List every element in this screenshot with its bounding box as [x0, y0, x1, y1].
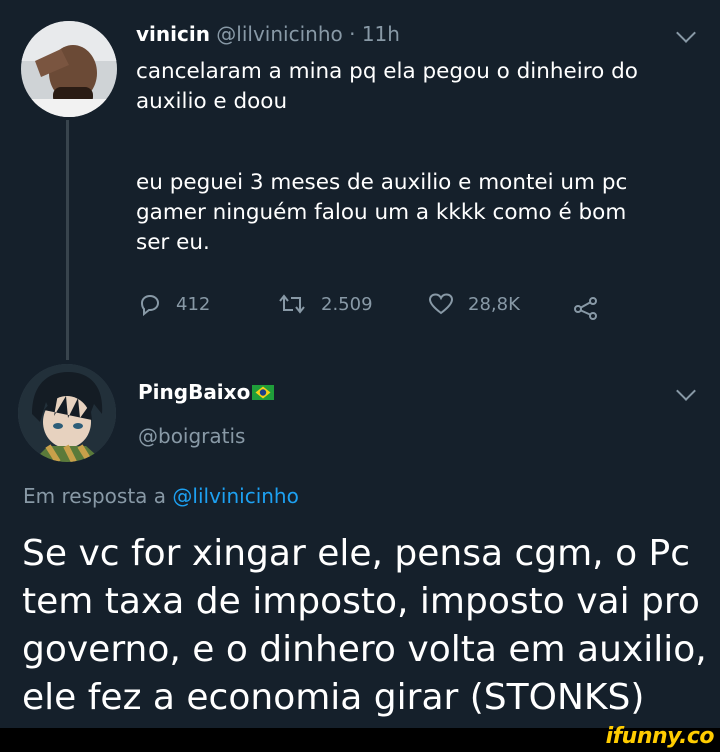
thread-line — [66, 120, 69, 360]
tweet2-chevron-down-icon[interactable] — [676, 381, 696, 401]
reply-button[interactable]: 412 — [138, 292, 210, 316]
reply-count: 412 — [176, 293, 211, 315]
tweet1-line: auxilio e doou — [136, 89, 288, 114]
avatar-anime-icon — [18, 364, 116, 462]
tweet1-body: cancelaram a mina pq ela pegou o dinheir… — [136, 57, 638, 258]
reply-prefix: Em resposta a — [23, 484, 173, 508]
reply-context: Em resposta a @lilvinicinho — [23, 484, 299, 508]
like-count: 28,8K — [468, 293, 520, 315]
tweet1-author-name[interactable]: vinicin — [136, 22, 210, 46]
tweet1-line: eu peguei 3 meses de auxilio e montei um… — [136, 170, 628, 195]
tweet1-line: gamer ninguém falou um a kkkk como é bom — [136, 200, 627, 225]
tweet2-author[interactable]: PingBaixo — [138, 380, 275, 404]
tweet1-separator: · — [342, 22, 362, 46]
tweet2-line: governo, e o dinhero volta em auxilio, — [22, 629, 707, 670]
heart-icon — [428, 293, 454, 315]
share-button[interactable] — [573, 296, 599, 324]
tweet2-author-name: PingBaixo — [138, 380, 251, 404]
reply-to-link[interactable]: @lilvinicinho — [172, 484, 298, 508]
avatar-photo-icon — [21, 21, 117, 117]
tweet1-line: cancelaram a mina pq ela pegou o dinheir… — [136, 59, 638, 84]
tweet2-line: ele fez a economia girar (STONKS) — [22, 677, 645, 718]
tweet2-line: Se vc for xingar ele, pensa cgm, o Pc — [22, 533, 691, 574]
retweet-count: 2.509 — [321, 293, 373, 315]
like-button[interactable]: 28,8K — [428, 292, 520, 316]
share-icon — [574, 297, 597, 320]
tweet1-line: ser eu. — [136, 230, 210, 255]
tweet1-header: vinicin @lilvinicinho · 11h — [136, 22, 400, 46]
avatar-vinicin[interactable] — [21, 21, 117, 117]
retweet-button[interactable]: 2.509 — [277, 292, 373, 316]
tweet1-handle[interactable]: @lilvinicinho — [216, 22, 342, 46]
tweet2-body: Se vc for xingar ele, pensa cgm, o Pc te… — [22, 530, 707, 722]
retweet-icon — [279, 294, 305, 314]
tweet1-chevron-down-icon[interactable] — [676, 23, 696, 43]
tweet1-time[interactable]: 11h — [362, 22, 400, 46]
avatar-pingbaixo[interactable] — [18, 364, 116, 462]
reply-icon — [140, 294, 160, 316]
watermark-bar: ifunny.co — [0, 724, 720, 752]
tweet2-line: tem taxa de imposto, imposto vai pro — [22, 581, 700, 622]
brazil-flag-icon — [252, 385, 275, 400]
ifunny-watermark: ifunny.co — [605, 724, 715, 749]
tweet2-handle[interactable]: @boigratis — [138, 424, 245, 448]
